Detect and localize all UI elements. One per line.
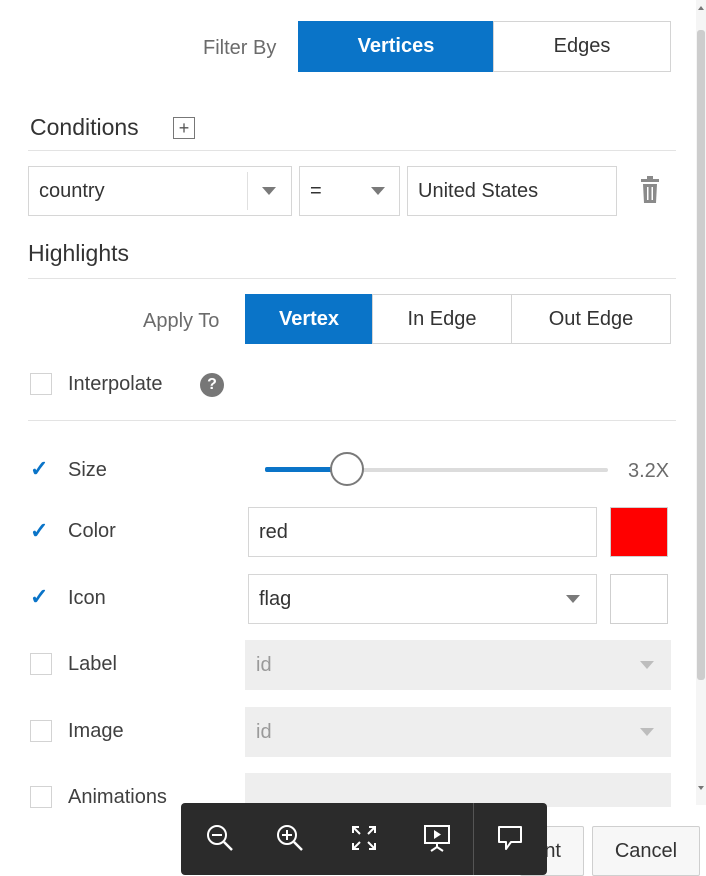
- divider: [28, 420, 676, 421]
- select-separator: [247, 172, 248, 210]
- condition-operator-value: =: [310, 179, 322, 202]
- trash-icon[interactable]: [638, 176, 662, 204]
- icon-label: Icon: [68, 587, 106, 609]
- zoom-toolbar: [181, 803, 547, 875]
- scrollbar-thumb[interactable]: [697, 30, 705, 680]
- zoom-out-icon[interactable]: [205, 823, 235, 853]
- label-checkbox[interactable]: [30, 653, 52, 675]
- apply-in-edge-button[interactable]: In Edge: [372, 294, 512, 344]
- condition-property-select[interactable]: country: [28, 166, 292, 216]
- chevron-down-icon: [566, 595, 580, 603]
- comment-icon[interactable]: [495, 823, 525, 853]
- conditions-title: Conditions: [30, 114, 139, 140]
- animations-label: Animations: [68, 786, 167, 808]
- zoom-in-icon[interactable]: [275, 823, 305, 853]
- add-condition-button[interactable]: +: [173, 117, 195, 139]
- help-icon[interactable]: ?: [200, 373, 224, 397]
- condition-value-text: United States: [418, 179, 539, 202]
- toolbar-separator: [473, 803, 474, 875]
- icon-select[interactable]: flag: [248, 574, 597, 624]
- filter-vertices-button[interactable]: Vertices: [298, 21, 494, 72]
- scroll-up-icon[interactable]: [698, 6, 704, 10]
- chevron-down-icon: [640, 661, 654, 669]
- divider: [28, 278, 676, 279]
- checkmark-icon: ✓: [30, 456, 49, 481]
- divider: [28, 150, 676, 151]
- highlights-title: Highlights: [28, 240, 129, 266]
- image-checkbox[interactable]: [30, 720, 52, 742]
- checkmark-icon: ✓: [30, 518, 49, 543]
- checkmark-icon: ✓: [30, 584, 49, 609]
- cancel-button[interactable]: Cancel: [592, 826, 700, 876]
- present-icon[interactable]: [422, 823, 452, 853]
- color-label: Color: [68, 520, 116, 542]
- cancel-button-label: Cancel: [614, 839, 678, 862]
- chevron-down-icon: [371, 187, 385, 195]
- image-select: id: [245, 707, 671, 757]
- animations-checkbox[interactable]: [30, 786, 52, 808]
- interpolate-label: Interpolate: [68, 373, 163, 395]
- fit-to-screen-icon[interactable]: [349, 823, 379, 853]
- condition-value-input[interactable]: United States: [407, 166, 617, 216]
- image-select-value: id: [256, 720, 272, 743]
- size-slider-thumb[interactable]: [330, 452, 364, 486]
- color-input[interactable]: red: [248, 507, 597, 557]
- animations-select: [245, 773, 671, 807]
- chevron-down-icon: [640, 728, 654, 736]
- plus-icon: +: [178, 118, 190, 138]
- label-label: Label: [68, 653, 117, 675]
- color-input-value: red: [259, 520, 288, 543]
- color-swatch[interactable]: [610, 507, 668, 557]
- filter-by-label: Filter By: [203, 37, 277, 59]
- size-label: Size: [68, 459, 107, 481]
- icon-swatch[interactable]: [610, 574, 668, 624]
- scroll-down-icon[interactable]: [698, 786, 704, 790]
- chevron-down-icon: [262, 187, 276, 195]
- apply-to-label: Apply To: [143, 310, 220, 332]
- label-select: id: [245, 640, 671, 690]
- size-value: 3.2X: [628, 460, 670, 482]
- image-label: Image: [68, 720, 124, 742]
- apply-vertex-button[interactable]: Vertex: [245, 294, 373, 344]
- interpolate-checkbox[interactable]: [30, 373, 52, 395]
- filter-edges-button[interactable]: Edges: [493, 21, 671, 72]
- label-select-value: id: [256, 653, 272, 676]
- icon-select-value: flag: [259, 587, 292, 610]
- apply-out-edge-button[interactable]: Out Edge: [511, 294, 671, 344]
- condition-property-value: country: [39, 179, 105, 202]
